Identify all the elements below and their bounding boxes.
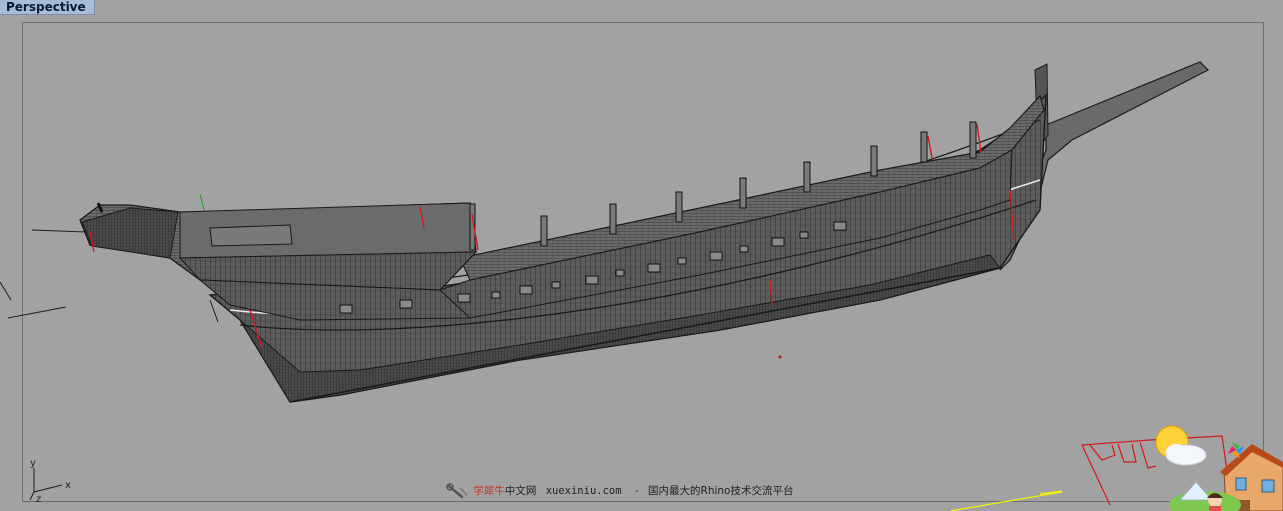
wrench-logo-icon bbox=[446, 483, 470, 499]
watermark-dash: - bbox=[634, 485, 639, 497]
watermark-brand-red: 学犀牛 bbox=[473, 485, 505, 497]
axis-z-label: z bbox=[36, 494, 42, 505]
watermark-url: xuexiniu.com bbox=[545, 485, 622, 497]
stern-castle bbox=[79, 202, 478, 291]
axis-y-label: y bbox=[30, 458, 36, 469]
perspective-viewport[interactable]: Perspective y x z 学犀牛中文网 xuexiniu.com - … bbox=[0, 0, 1283, 511]
axis-x-label: x bbox=[65, 480, 71, 491]
watermark-slogan: 国内最大的Rhino技术交流平台 bbox=[648, 485, 794, 497]
selection-edge bbox=[949, 490, 1063, 511]
sun-cloud-icon bbox=[1155, 425, 1207, 466]
ship-wireframe-scene[interactable] bbox=[0, 0, 1283, 511]
axis-gizmo bbox=[29, 468, 63, 501]
site-watermark: 学犀牛中文网 xuexiniu.com - 国内最大的Rhino技术交流平台 bbox=[446, 483, 793, 499]
watermark-brand-black: 中文网 bbox=[504, 485, 537, 497]
